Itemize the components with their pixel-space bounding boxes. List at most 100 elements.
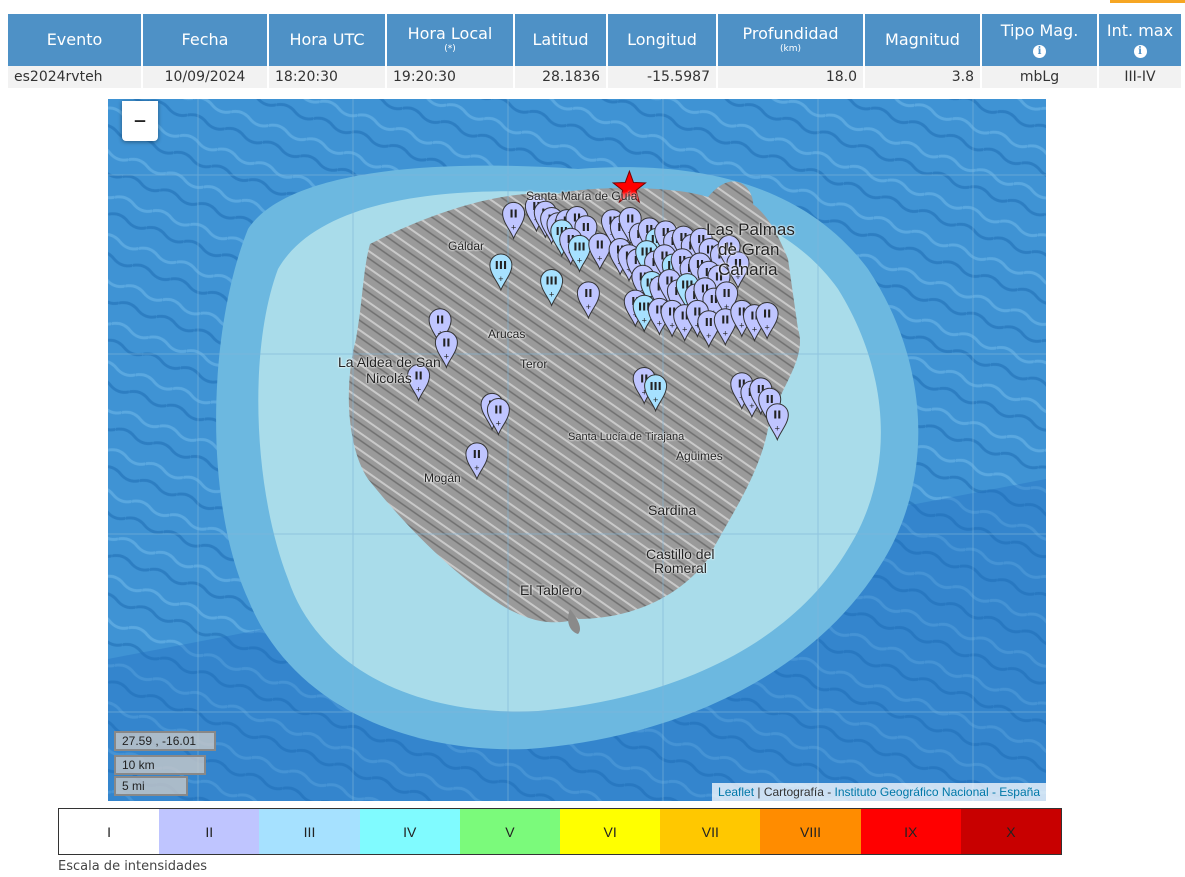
header-profundidad-label: Profundidad bbox=[742, 24, 839, 43]
intensity-marker[interactable]: III + bbox=[489, 253, 513, 292]
svg-text:+: + bbox=[682, 325, 687, 335]
legend-item-vii: VII bbox=[660, 809, 761, 854]
earthquake-table: Evento Fecha Hora UTC Hora Local (*) Lati… bbox=[6, 14, 1183, 88]
table-row[interactable]: es2024rvteh 10/09/2024 18:20:30 19:20:30… bbox=[8, 66, 1181, 88]
header-hora-utc-label: Hora UTC bbox=[289, 30, 365, 49]
place-galdar: Gáldar bbox=[448, 239, 485, 253]
cell-evento: es2024rvteh bbox=[8, 66, 141, 88]
intensity-map[interactable]: II+II+II+II+II+II+II+II+III+II+III+II+II… bbox=[108, 99, 1046, 801]
place-sardina: Sardina bbox=[648, 502, 697, 518]
header-int-max[interactable]: Int. max i bbox=[1099, 14, 1181, 66]
svg-text:+: + bbox=[586, 302, 591, 312]
svg-text:+: + bbox=[653, 395, 658, 405]
header-tipo-mag[interactable]: Tipo Mag. i bbox=[982, 14, 1097, 66]
svg-text:+: + bbox=[496, 419, 501, 429]
intensity-marker[interactable]: II + bbox=[755, 302, 779, 340]
legend-item-i: I bbox=[59, 809, 160, 854]
header-evento-label: Evento bbox=[46, 30, 103, 49]
svg-text:+: + bbox=[657, 318, 662, 328]
header-magnitud[interactable]: Magnitud bbox=[865, 14, 980, 66]
marker-intensity-label: II bbox=[584, 287, 592, 300]
header-hora-local[interactable]: Hora Local (*) bbox=[387, 14, 513, 66]
marker-intensity-label: III bbox=[649, 380, 661, 393]
legend-item-v: V bbox=[459, 809, 561, 854]
place-arucas: Arucas bbox=[488, 327, 526, 341]
info-icon[interactable]: i bbox=[1033, 45, 1046, 58]
header-profundidad[interactable]: Profundidad (km) bbox=[718, 14, 863, 66]
header-longitud[interactable]: Longitud bbox=[608, 14, 716, 66]
intensity-marker[interactable]: III + bbox=[567, 234, 592, 273]
svg-text:+: + bbox=[764, 323, 769, 333]
legend-item-x: X bbox=[960, 809, 1062, 854]
header-fecha-label: Fecha bbox=[181, 30, 229, 49]
header-latitud-label: Latitud bbox=[532, 30, 589, 49]
svg-text:+: + bbox=[706, 331, 711, 341]
svg-text:+: + bbox=[577, 255, 582, 265]
cell-longitud: -15.5987 bbox=[608, 66, 716, 88]
marker-intensity-label: II bbox=[626, 213, 634, 226]
cell-magnitud: 3.8 bbox=[865, 66, 980, 88]
header-hora-utc[interactable]: Hora UTC bbox=[269, 14, 385, 66]
place-las-palmas-3: Canaria bbox=[718, 260, 778, 279]
info-icon[interactable]: i bbox=[1133, 45, 1147, 58]
cell-hora-utc: 18:20:30 bbox=[269, 66, 385, 88]
scale-bar-km: 10 km bbox=[114, 755, 206, 775]
svg-text:+: + bbox=[739, 320, 744, 330]
header-hora-local-note: (*) bbox=[444, 44, 456, 54]
intensity-marker[interactable]: II + bbox=[765, 403, 789, 442]
legend-item-vi: VI bbox=[560, 809, 661, 854]
intensity-marker[interactable]: II + bbox=[588, 232, 612, 271]
svg-text:+: + bbox=[444, 351, 449, 361]
espana-link[interactable]: España bbox=[999, 785, 1040, 799]
place-santa-lucia: Santa Lucía de Tirajana bbox=[568, 431, 685, 443]
cell-latitud: 28.1836 bbox=[515, 66, 606, 88]
svg-text:+: + bbox=[749, 401, 754, 411]
place-la-aldea-2: Nicolás bbox=[366, 370, 412, 386]
ign-link[interactable]: Instituto Geográfico Nacional bbox=[835, 785, 989, 799]
leaflet-link[interactable]: Leaflet bbox=[718, 785, 754, 799]
header-evento[interactable]: Evento bbox=[8, 14, 141, 66]
header-int-max-label: Int. max bbox=[1106, 21, 1174, 40]
header-tipo-mag-label: Tipo Mag. bbox=[1000, 21, 1079, 40]
intensity-marker[interactable]: III + bbox=[540, 269, 564, 307]
intensity-marker[interactable]: II + bbox=[576, 281, 600, 320]
marker-intensity-label: III bbox=[573, 240, 585, 253]
intensity-markers-layer: II+II+II+II+II+II+II+II+III+II+III+II+II… bbox=[407, 169, 789, 481]
zoom-out-button[interactable]: – bbox=[122, 101, 158, 141]
place-aguimes: Agüimes bbox=[676, 449, 723, 463]
header-profundidad-unit: (km) bbox=[779, 44, 801, 54]
intensity-marker[interactable]: II + bbox=[486, 398, 510, 436]
cell-int-max: III-IV bbox=[1099, 66, 1181, 88]
place-mogan: Mogán bbox=[424, 471, 461, 485]
place-guia: Santa María de Guía bbox=[526, 189, 638, 203]
intensity-marker[interactable]: II + bbox=[465, 442, 489, 481]
marker-intensity-label: II bbox=[494, 404, 502, 417]
intensity-marker[interactable]: II + bbox=[502, 201, 526, 240]
marker-intensity-label: II bbox=[582, 221, 590, 234]
svg-text:+: + bbox=[597, 253, 602, 263]
intensity-marker[interactable]: III + bbox=[644, 374, 668, 413]
header-fecha[interactable]: Fecha bbox=[143, 14, 267, 66]
header-magnitud-label: Magnitud bbox=[885, 30, 960, 49]
coordinates-readout: 27.59 , -16.01 bbox=[114, 731, 216, 751]
legend-item-iv: IV bbox=[359, 809, 460, 854]
svg-text:+: + bbox=[549, 290, 554, 300]
legend-item-ix: IX bbox=[860, 809, 961, 854]
svg-text:+: + bbox=[474, 463, 479, 473]
place-castillo-2: Romeral bbox=[654, 560, 707, 576]
marker-intensity-label: II bbox=[596, 238, 604, 251]
header-longitud-label: Longitud bbox=[627, 30, 697, 49]
svg-text:+: + bbox=[752, 325, 757, 335]
svg-text:+: + bbox=[723, 329, 728, 339]
scale-bar-mi: 5 mi bbox=[114, 776, 188, 796]
legend-item-ii: II bbox=[159, 809, 260, 854]
marker-intensity-label: III bbox=[545, 275, 557, 288]
legend-caption: Escala de intensidades bbox=[58, 859, 208, 874]
svg-text:+: + bbox=[416, 384, 421, 394]
header-latitud[interactable]: Latitud bbox=[515, 14, 606, 66]
table-header-row: Evento Fecha Hora UTC Hora Local (*) Lati… bbox=[8, 14, 1181, 66]
marker-intensity-label: II bbox=[773, 409, 781, 422]
svg-text:+: + bbox=[642, 315, 647, 325]
legend-item-viii: VIII bbox=[760, 809, 861, 854]
place-la-aldea: La Aldea de San bbox=[338, 354, 441, 370]
